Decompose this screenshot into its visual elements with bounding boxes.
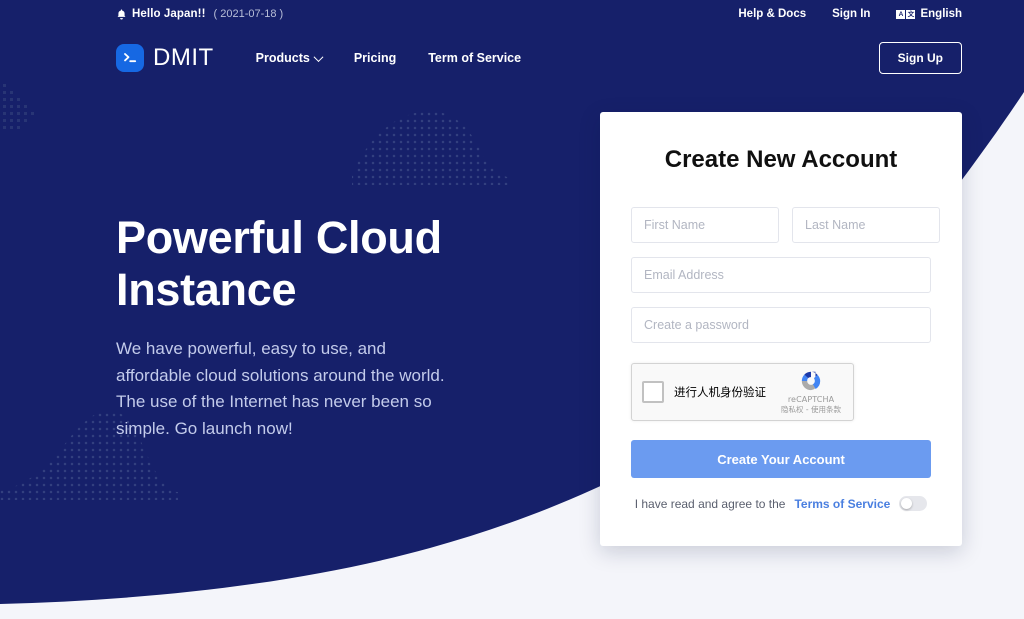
create-account-card: Create New Account 进行人机身份验证 <box>600 112 962 546</box>
sign-up-button[interactable]: Sign Up <box>878 42 962 74</box>
utility-links: Help & Docs Sign In A文 English <box>738 8 962 20</box>
signup-page: Hello Japan!! ( 2021-07-18 ) Help & Docs… <box>0 0 1024 619</box>
terms-agreement-toggle[interactable] <box>899 496 928 511</box>
create-account-button[interactable]: Create Your Account <box>631 440 931 478</box>
nav-items: Products Pricing Term of Service <box>256 51 521 65</box>
email-field-row <box>631 257 931 293</box>
recaptcha-terms[interactable]: 隐私权 - 使用条款 <box>775 404 847 415</box>
recaptcha-brand-name: reCAPTCHA <box>787 395 835 404</box>
logo[interactable]: DMIT <box>116 44 214 72</box>
email-input[interactable] <box>631 257 931 293</box>
main-navigation: DMIT Products Pricing Term of Service Si… <box>0 36 1024 80</box>
hero-title-line-1: Powerful Cloud <box>116 212 442 263</box>
terminal-icon <box>116 44 144 72</box>
password-input[interactable] <box>631 307 931 343</box>
sign-in-link[interactable]: Sign In <box>832 8 870 20</box>
announcement-date: ( 2021-07-18 ) <box>213 8 284 20</box>
password-field-row <box>631 307 931 343</box>
terms-of-service-link[interactable]: Terms of Service <box>794 497 890 511</box>
language-selector[interactable]: A文 English <box>896 8 962 20</box>
nav-item-pricing[interactable]: Pricing <box>354 51 396 65</box>
utility-bar: Hello Japan!! ( 2021-07-18 ) Help & Docs… <box>0 0 1024 28</box>
chevron-down-icon <box>313 51 324 62</box>
announcement-text: Hello Japan!! <box>132 8 206 20</box>
nav-item-term-of-service-label: Term of Service <box>428 51 522 65</box>
hero-copy: Powerful Cloud Instance We have powerful… <box>116 212 536 442</box>
language-label: English <box>920 8 962 20</box>
help-and-docs-link[interactable]: Help & Docs <box>738 8 806 20</box>
logo-text: DMIT <box>153 44 214 71</box>
nav-item-term-of-service[interactable]: Term of Service <box>428 51 521 65</box>
announcement: Hello Japan!! ( 2021-07-18 ) <box>116 8 283 20</box>
recaptcha-branding: reCAPTCHA 隐私权 - 使用条款 <box>775 368 847 415</box>
terms-agreement-row: I have read and agree to the Terms of Se… <box>631 496 931 511</box>
nav-item-products-label: Products <box>255 51 310 65</box>
translate-icon-cjk: 文 <box>906 9 916 19</box>
translate-icon: A文 <box>896 9 916 19</box>
decorative-dots <box>3 84 34 129</box>
terms-agreement-text: I have read and agree to the <box>634 496 786 511</box>
name-field-row <box>631 207 940 243</box>
first-name-input[interactable] <box>631 207 779 243</box>
last-name-input[interactable] <box>792 207 940 243</box>
recaptcha-checkbox[interactable] <box>642 381 664 403</box>
translate-icon-latin: A <box>896 9 906 19</box>
bell-icon <box>116 8 127 20</box>
hero-title-line-2: Instance <box>116 264 297 315</box>
nav-item-products[interactable]: Products <box>255 51 324 65</box>
card-title: Create New Account <box>664 146 898 173</box>
recaptcha-label: 进行人机身份验证 <box>674 385 766 399</box>
nav-item-pricing-label: Pricing <box>353 51 397 65</box>
hero-subtitle: We have powerful, easy to use, and affor… <box>116 339 445 438</box>
recaptcha-icon <box>775 368 847 394</box>
page-title: Powerful Cloud Instance <box>116 212 536 316</box>
recaptcha-widget[interactable]: 进行人机身份验证 reCAPTCHA 隐私权 - 使用条款 <box>631 363 854 421</box>
